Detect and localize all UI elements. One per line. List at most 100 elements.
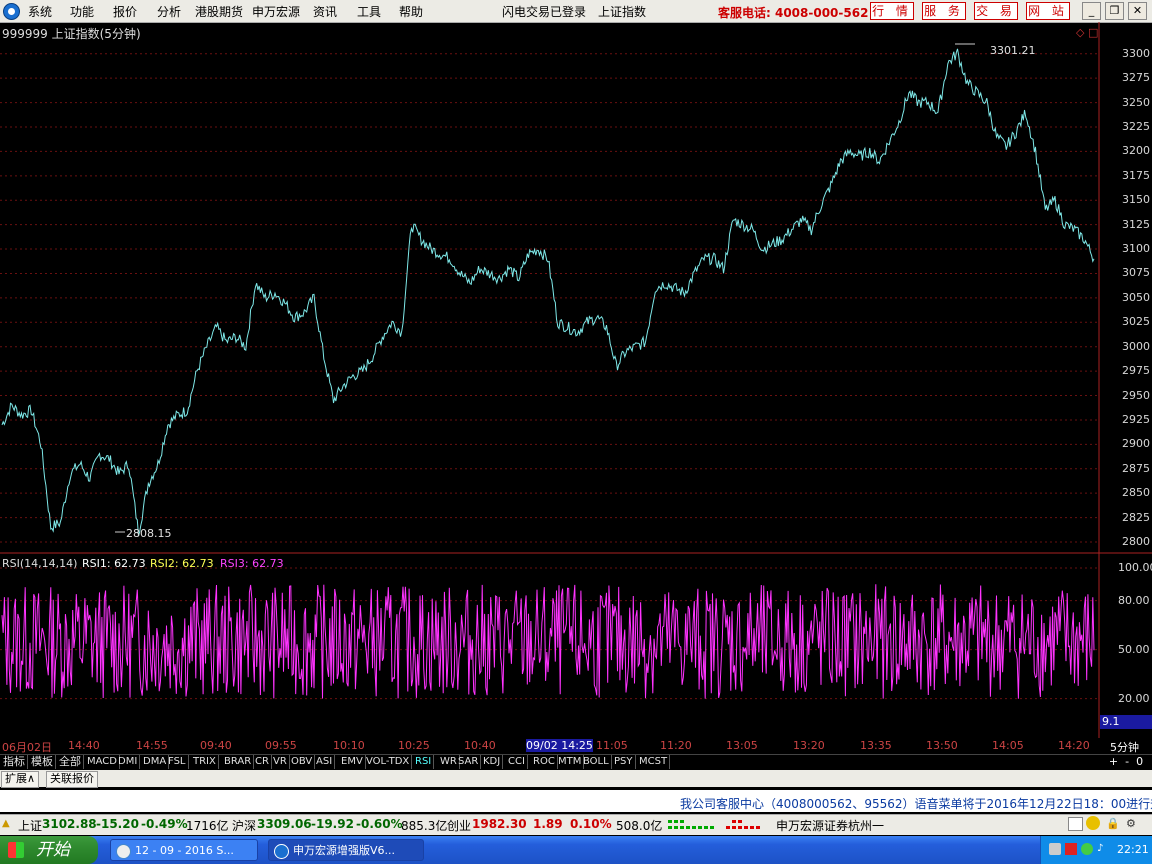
market-button[interactable]: 行 情 (870, 2, 914, 20)
hs-volume: 885.3亿 (401, 819, 448, 833)
tray-volume-icon[interactable]: ♪ (1097, 843, 1109, 855)
restore-icon[interactable]: ❐ (1105, 2, 1124, 20)
price-tick-label: 2900 (1122, 437, 1150, 451)
indicator-tab-obv[interactable]: OBV (289, 755, 316, 769)
extension-bar (0, 770, 1152, 787)
rsi-tick-label: 50.00 (1118, 642, 1150, 656)
menu-tools[interactable]: 工具 (357, 3, 381, 20)
trade-button[interactable]: 交 易 (974, 2, 1018, 20)
time-tick-label: 11:20 (660, 739, 692, 752)
price-tick-label: 3150 (1122, 193, 1150, 207)
system-tray: ♪ 22:21 (1040, 836, 1152, 864)
menu-help[interactable]: 帮助 (399, 3, 423, 20)
sh-pct: -0.49% (141, 817, 188, 831)
windows-logo-icon (8, 842, 24, 858)
related-quote-tab[interactable]: 关联报价 (46, 771, 98, 788)
settings-icon[interactable]: ⚙ (1126, 817, 1140, 830)
indicator-tab-macd[interactable]: MACD (85, 755, 120, 769)
price-tick-label: 3100 (1122, 242, 1150, 256)
news-ticker-text[interactable]: 我公司客服中心（4008000562、95562）语音菜单将于2016年12月2… (680, 795, 1152, 812)
indicator-tab-dma[interactable]: DMA (141, 755, 170, 769)
price-tick-label: 2850 (1122, 486, 1150, 500)
cy-volume: 508.0亿 (616, 819, 663, 833)
indicator-tab-sar[interactable]: SAR (456, 755, 482, 769)
rsi-axis: 100.00 80.00 50.00 20.00 (1100, 560, 1152, 720)
time-tick-label: 11:05 (596, 739, 628, 752)
clock: 22:21 (1117, 843, 1149, 856)
price-tick-label: 2800 (1122, 535, 1150, 548)
menu-bar: 系统 功能 报价 分析 港股期货 申万宏源 资讯 工具 帮助 闪电交易已登录 上… (0, 0, 1152, 23)
app-logo-icon (3, 3, 20, 20)
indicator-tab-指标[interactable]: 指标 (1, 755, 28, 769)
indicator-tab-cr[interactable]: CR (253, 755, 272, 769)
expand-tab[interactable]: 扩展∧ (1, 771, 40, 788)
rsi1-value: RSI1: 62.73 (82, 557, 146, 570)
indicator-tab-asi[interactable]: ASI (314, 755, 336, 769)
market-breadth-icon (668, 820, 760, 829)
indicator-tab-emv[interactable]: EMV (339, 755, 366, 769)
cy-price: 1982.30 (472, 817, 527, 831)
indicator-tab-全部[interactable]: 全部 (57, 755, 84, 769)
service-button[interactable]: 服 务 (922, 2, 966, 20)
menu-function[interactable]: 功能 (70, 3, 94, 20)
minimize-icon[interactable]: _ (1082, 2, 1101, 20)
hotline: 客服电话: 4008-000-562 (718, 6, 869, 20)
menu-system[interactable]: 系统 (28, 3, 52, 20)
indicator-tab-boll[interactable]: BOLL (581, 755, 612, 769)
price-tick-label: 2925 (1122, 412, 1150, 426)
rsi-current-badge: 9.1 (1100, 715, 1152, 729)
indicator-tab-dmi[interactable]: DMI (116, 755, 141, 769)
cy-pct: 0.10% (570, 817, 612, 831)
close-icon[interactable]: ✕ (1128, 2, 1147, 20)
menu-news[interactable]: 资讯 (313, 3, 337, 20)
price-tick-label: 2875 (1122, 461, 1150, 475)
tray-app-icon[interactable] (1065, 843, 1077, 855)
indicator-tab-vr[interactable]: VR (271, 755, 290, 769)
sh-label[interactable]: 上证 (18, 817, 42, 834)
status-light-icon[interactable] (1086, 816, 1100, 830)
start-button[interactable]: 开始 (0, 836, 98, 864)
indicator-tab-fsl[interactable]: FSL (166, 755, 189, 769)
menu-quote[interactable]: 报价 (113, 3, 137, 20)
taskbar-item-label: 12 - 09 - 2016 S... (135, 844, 234, 857)
indicator-tab-trix[interactable]: TRIX (191, 755, 219, 769)
indicator-tab-kdj[interactable]: KDJ (481, 755, 504, 769)
window-icon[interactable] (1068, 817, 1083, 831)
price-tick-label: 3025 (1122, 315, 1150, 329)
cy-change: 1.89 (533, 817, 563, 831)
rsi3-line (1, 584, 1095, 699)
hs-change: -19.92 (311, 817, 354, 831)
cy-label[interactable]: 创业 (447, 817, 471, 834)
indicator-tab-模板[interactable]: 模板 (29, 755, 56, 769)
website-button[interactable]: 网 站 (1026, 2, 1070, 20)
indicator-tab-rsi[interactable]: RSI (413, 755, 435, 769)
taskbar-item-browser[interactable]: 12 - 09 - 2016 S... (110, 839, 258, 861)
indicator-tab-mcst[interactable]: MCST (637, 755, 671, 769)
period-label[interactable]: 5分钟 (1110, 739, 1139, 755)
rsi-tick-label: 80.00 (1118, 593, 1150, 607)
menu-swhy[interactable]: 申万宏源 (252, 3, 300, 20)
menu-analysis[interactable]: 分析 (157, 3, 181, 20)
lock-icon[interactable]: 🔒 (1106, 817, 1120, 830)
app-icon (274, 844, 289, 859)
indicator-tab-roc[interactable]: ROC (531, 755, 558, 769)
indicator-tab-psy[interactable]: PSY (612, 755, 636, 769)
hs-label[interactable]: 沪深 (232, 817, 256, 834)
time-tick-label: 13:05 (726, 739, 758, 752)
tray-network-icon[interactable] (1049, 843, 1061, 855)
zoom-controls[interactable]: + - 0 (1100, 755, 1152, 769)
price-tick-label: 3175 (1122, 168, 1150, 182)
indicator-tab-brar[interactable]: BRAR (222, 755, 255, 769)
price-tick-label: 3075 (1122, 266, 1150, 280)
tray-status-icon[interactable] (1081, 843, 1093, 855)
price-tick-label: 3125 (1122, 217, 1150, 231)
price-tick-label: 3275 (1122, 71, 1150, 85)
taskbar-item-trading-app[interactable]: 申万宏源增强版V6... (268, 839, 424, 861)
price-chart[interactable] (0, 22, 1152, 738)
rsi3-value: RSI3: 62.73 (220, 557, 284, 570)
time-tick-label: 14:40 (68, 739, 100, 752)
indicator-tab-cci[interactable]: CCI (506, 755, 528, 769)
menu-hk-futures[interactable]: 港股期货 (195, 3, 243, 20)
time-tick-label: 14:05 (992, 739, 1024, 752)
indicator-tab-vol-tdx[interactable]: VOL-TDX (364, 755, 413, 769)
